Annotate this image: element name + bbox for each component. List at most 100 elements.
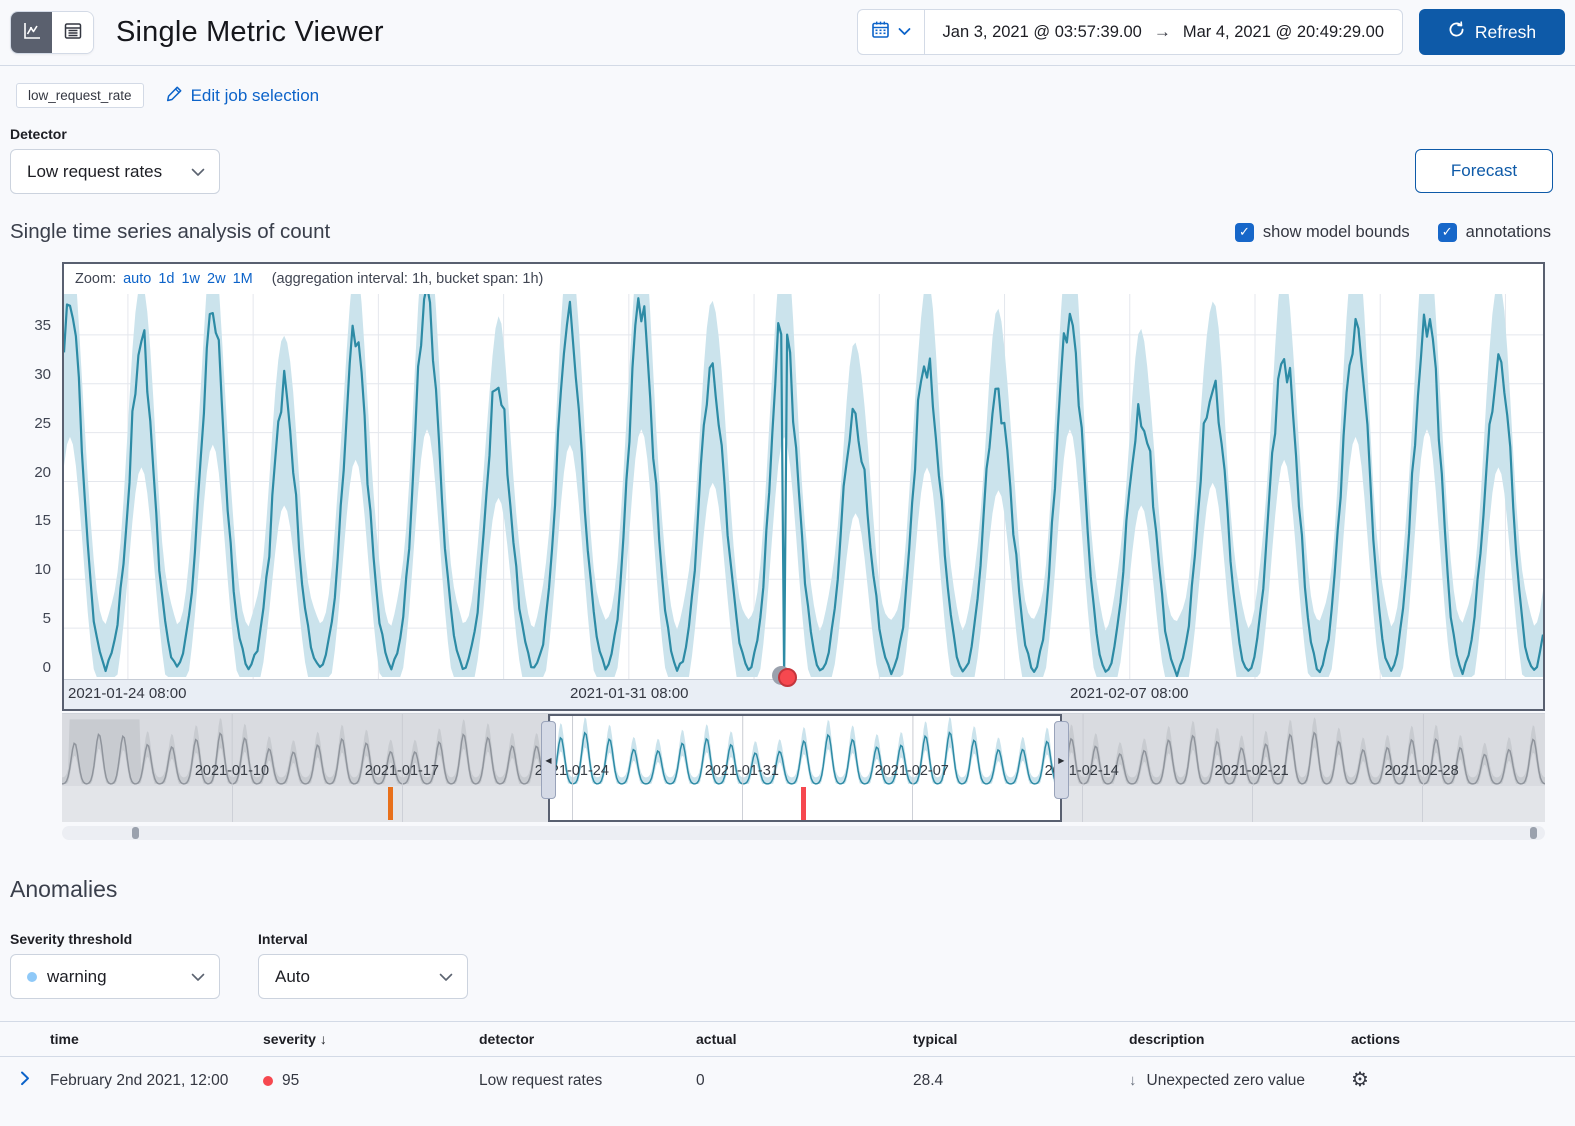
interval-label: Interval xyxy=(258,931,468,947)
page-header: Single Metric Viewer Jan 3, 2021 @ 03:57… xyxy=(0,0,1575,65)
swimlane-gridline xyxy=(1252,786,1253,822)
detector-select[interactable]: Low request rates xyxy=(10,149,220,194)
show-model-bounds-label: show model bounds xyxy=(1263,223,1410,242)
zoom-link-1M[interactable]: 1M xyxy=(233,271,253,287)
table-icon xyxy=(63,21,83,44)
swimlane-gridline xyxy=(1422,786,1423,822)
forecast-button[interactable]: Forecast xyxy=(1415,149,1553,193)
anomaly-tick[interactable] xyxy=(801,787,806,820)
y-tick: 0 xyxy=(43,659,51,676)
severity-threshold-label: Severity threshold xyxy=(10,931,220,947)
view-toggle-group xyxy=(10,11,94,54)
y-tick: 35 xyxy=(34,317,51,334)
critical-severity-dot xyxy=(263,1076,273,1086)
swimlane-gridline xyxy=(912,786,913,822)
col-time[interactable]: time xyxy=(42,1022,255,1057)
sort-desc-icon: ↓ xyxy=(320,1031,327,1047)
brush-handle-right[interactable]: ▶ xyxy=(1054,721,1069,799)
y-tick: 10 xyxy=(34,561,51,578)
focus-chart[interactable]: Zoom:auto1d1w2w1M (aggregation interval:… xyxy=(62,262,1545,711)
zoom-link-2w[interactable]: 2w xyxy=(207,271,226,287)
time-range-end[interactable]: Mar 4, 2021 @ 20:49:29.00 xyxy=(1183,23,1384,42)
arrow-down-icon: ↓ xyxy=(1129,1072,1137,1089)
context-chart-area: 2021-01-102021-01-172021-01-242021-01-31… xyxy=(8,713,1545,822)
cell-detector: Low request rates xyxy=(471,1057,688,1105)
zoom-link-auto[interactable]: auto xyxy=(123,271,151,287)
col-actions: actions xyxy=(1343,1022,1575,1057)
anomaly-swimlane[interactable] xyxy=(62,786,1545,822)
y-axis-labels: 05101520253035 xyxy=(8,262,62,711)
page-title: Single Metric Viewer xyxy=(116,16,384,49)
zoom-link-1d[interactable]: 1d xyxy=(158,271,174,287)
series-title: Single time series analysis of count xyxy=(10,220,330,244)
context-scrollbar[interactable] xyxy=(62,826,1545,840)
expand-row-button[interactable] xyxy=(8,1071,31,1089)
swimlane-gridline xyxy=(1082,786,1083,822)
severity-threshold-value: warning xyxy=(47,967,107,987)
show-model-bounds-checkbox[interactable]: ✓ show model bounds xyxy=(1235,223,1410,242)
anomalies-title: Anomalies xyxy=(10,876,1575,903)
refresh-label: Refresh xyxy=(1475,22,1536,43)
detector-value: Low request rates xyxy=(27,162,162,182)
interval-value: Auto xyxy=(275,967,310,987)
time-range-start[interactable]: Jan 3, 2021 @ 03:57:39.00 xyxy=(943,23,1142,42)
chevron-down-icon xyxy=(898,23,911,41)
calendar-icon xyxy=(871,20,890,44)
time-range-display: Jan 3, 2021 @ 03:57:39.00 → Mar 4, 2021 … xyxy=(925,22,1402,42)
y-tick: 30 xyxy=(34,366,51,383)
x-tick: 2021-01-24 08:00 xyxy=(68,685,186,702)
pencil-icon xyxy=(166,85,183,107)
checkbox-checked-icon: ✓ xyxy=(1235,223,1254,242)
col-description[interactable]: description xyxy=(1121,1022,1343,1057)
y-tick: 20 xyxy=(34,464,51,481)
col-detector[interactable]: detector xyxy=(471,1022,688,1057)
job-badge[interactable]: low_request_rate xyxy=(16,83,144,108)
x-axis-labels: 2021-01-24 08:002021-01-31 08:002021-02-… xyxy=(64,679,1543,709)
warning-severity-dot xyxy=(27,972,37,982)
y-tick: 25 xyxy=(34,415,51,432)
swimlane-gridline xyxy=(742,786,743,822)
x-tick: 2021-01-31 08:00 xyxy=(570,685,688,702)
severity-threshold-select[interactable]: warning xyxy=(10,954,220,999)
annotations-checkbox[interactable]: ✓ annotations xyxy=(1438,223,1551,242)
refresh-icon xyxy=(1448,21,1465,43)
anomalies-table: time severity ↓ detector actual typical … xyxy=(0,1021,1575,1104)
edit-job-selection-link[interactable]: Edit job selection xyxy=(166,85,320,107)
anomaly-marker[interactable] xyxy=(778,668,797,687)
table-view-button[interactable] xyxy=(52,12,93,53)
chevron-down-icon xyxy=(191,162,205,182)
interval-field: Interval Auto xyxy=(258,917,468,999)
swimlane-gridline xyxy=(572,786,573,822)
cell-severity: 95 xyxy=(282,1072,299,1090)
zoom-link-1w[interactable]: 1w xyxy=(181,271,200,287)
table-header-row: time severity ↓ detector actual typical … xyxy=(0,1022,1575,1057)
time-range-picker: Jan 3, 2021 @ 03:57:39.00 → Mar 4, 2021 … xyxy=(857,9,1403,55)
chevron-down-icon xyxy=(439,967,453,987)
gear-icon[interactable]: ⚙ xyxy=(1351,1069,1369,1091)
cell-typical: 28.4 xyxy=(905,1057,1121,1105)
arrow-right-icon: → xyxy=(1154,22,1171,42)
cell-actual: 0 xyxy=(688,1057,905,1105)
col-actual[interactable]: actual xyxy=(688,1022,905,1057)
scrollbar-thumb-right[interactable] xyxy=(1530,827,1537,839)
refresh-button[interactable]: Refresh xyxy=(1419,9,1565,55)
severity-threshold-field: Severity threshold warning xyxy=(10,917,220,999)
annotation-tick[interactable] xyxy=(388,787,393,820)
quick-select-button[interactable] xyxy=(858,10,925,54)
edit-job-selection-label: Edit job selection xyxy=(191,86,320,106)
scrollbar-thumb-left[interactable] xyxy=(132,827,139,839)
col-typical[interactable]: typical xyxy=(905,1022,1121,1057)
detector-label: Detector xyxy=(10,126,1575,142)
annotations-label: annotations xyxy=(1466,223,1551,242)
chart-view-button[interactable] xyxy=(11,12,52,53)
swimlane-gridline xyxy=(232,786,233,822)
col-severity[interactable]: severity ↓ xyxy=(255,1022,471,1057)
swimlane-gridline xyxy=(402,786,403,822)
chevron-down-icon xyxy=(191,967,205,987)
zoom-label: Zoom: xyxy=(75,271,116,287)
checkbox-checked-icon: ✓ xyxy=(1438,223,1457,242)
job-selection-row: low_request_rate Edit job selection xyxy=(0,66,1575,112)
brush-handle-left[interactable]: ◀ xyxy=(541,721,556,799)
context-chart[interactable]: 2021-01-102021-01-172021-01-242021-01-31… xyxy=(62,713,1545,822)
interval-select[interactable]: Auto xyxy=(258,954,468,999)
